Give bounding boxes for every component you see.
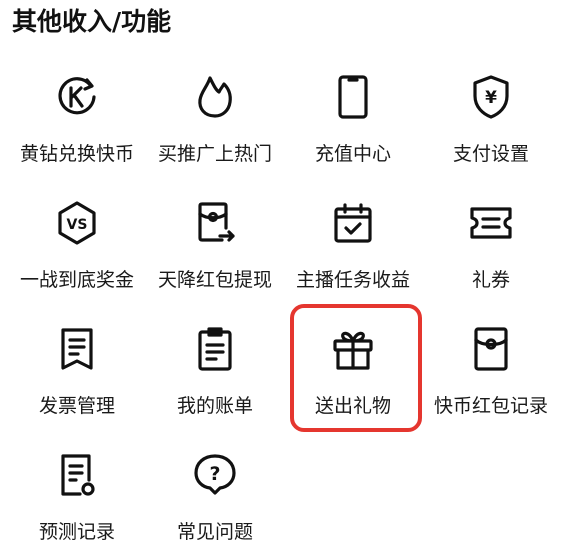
red-packet-withdraw-icon [190,198,240,248]
item-anchor-task-income[interactable]: 主播任务收益 [284,178,422,304]
bill-icon [190,324,240,374]
question-glyph: ? [209,463,220,485]
item-label: 支付设置 [452,143,529,165]
item-battle-bonus[interactable]: VS 一战到底奖金 [8,178,146,304]
vs-glyph: VS [67,217,88,233]
item-my-bill[interactable]: 我的账单 [146,304,284,430]
item-prediction-record[interactable]: 预测记录 [8,430,146,556]
function-grid: 黄钻兑换快币 买推广上热门 充值中心 ¥ 支付设置 VS 一战到底奖金 天降红包… [0,52,576,556]
item-label: 我的账单 [176,395,253,417]
calendar-check-icon [328,198,378,248]
item-label: 常见问题 [176,521,253,543]
yuan-shield-icon: ¥ [466,72,516,122]
item-invoice-management[interactable]: 发票管理 [8,304,146,430]
gift-icon [328,324,378,374]
section-title: 其他收入/功能 [12,7,172,36]
invoice-icon [52,324,102,374]
flame-icon [190,72,240,122]
item-label: 快币红包记录 [433,395,548,417]
item-label: 预测记录 [38,521,115,543]
ticket-icon [466,198,516,248]
question-icon: ? [190,450,240,500]
prediction-record-icon [52,450,102,500]
item-label: 天降红包提现 [157,269,272,291]
yuan-glyph: ¥ [485,88,497,108]
vs-badge-icon: VS [52,198,102,248]
item-label: 黄钻兑换快币 [19,143,134,165]
k-coin-exchange-icon [52,72,102,122]
item-promote-hot[interactable]: 买推广上热门 [146,52,284,178]
item-label: 买推广上热门 [157,143,272,165]
red-packet-record-icon [466,324,516,374]
item-label: 一战到底奖金 [19,269,134,291]
item-recharge-center[interactable]: 充值中心 [284,52,422,178]
item-coupon[interactable]: 礼券 [422,178,560,304]
phone-icon [328,72,378,122]
item-label: 礼券 [471,269,510,291]
item-sent-gifts[interactable]: 送出礼物 [284,304,422,430]
item-label: 主播任务收益 [295,269,410,291]
item-faq[interactable]: ? 常见问题 [146,430,284,556]
item-label: 送出礼物 [314,395,391,417]
item-k-coin-exchange[interactable]: 黄钻兑换快币 [8,52,146,178]
item-coin-red-packet-record[interactable]: 快币红包记录 [422,304,560,430]
item-label: 充值中心 [314,143,391,165]
item-red-packet-withdraw[interactable]: 天降红包提现 [146,178,284,304]
item-payment-settings[interactable]: ¥ 支付设置 [422,52,560,178]
item-label: 发票管理 [38,395,115,417]
